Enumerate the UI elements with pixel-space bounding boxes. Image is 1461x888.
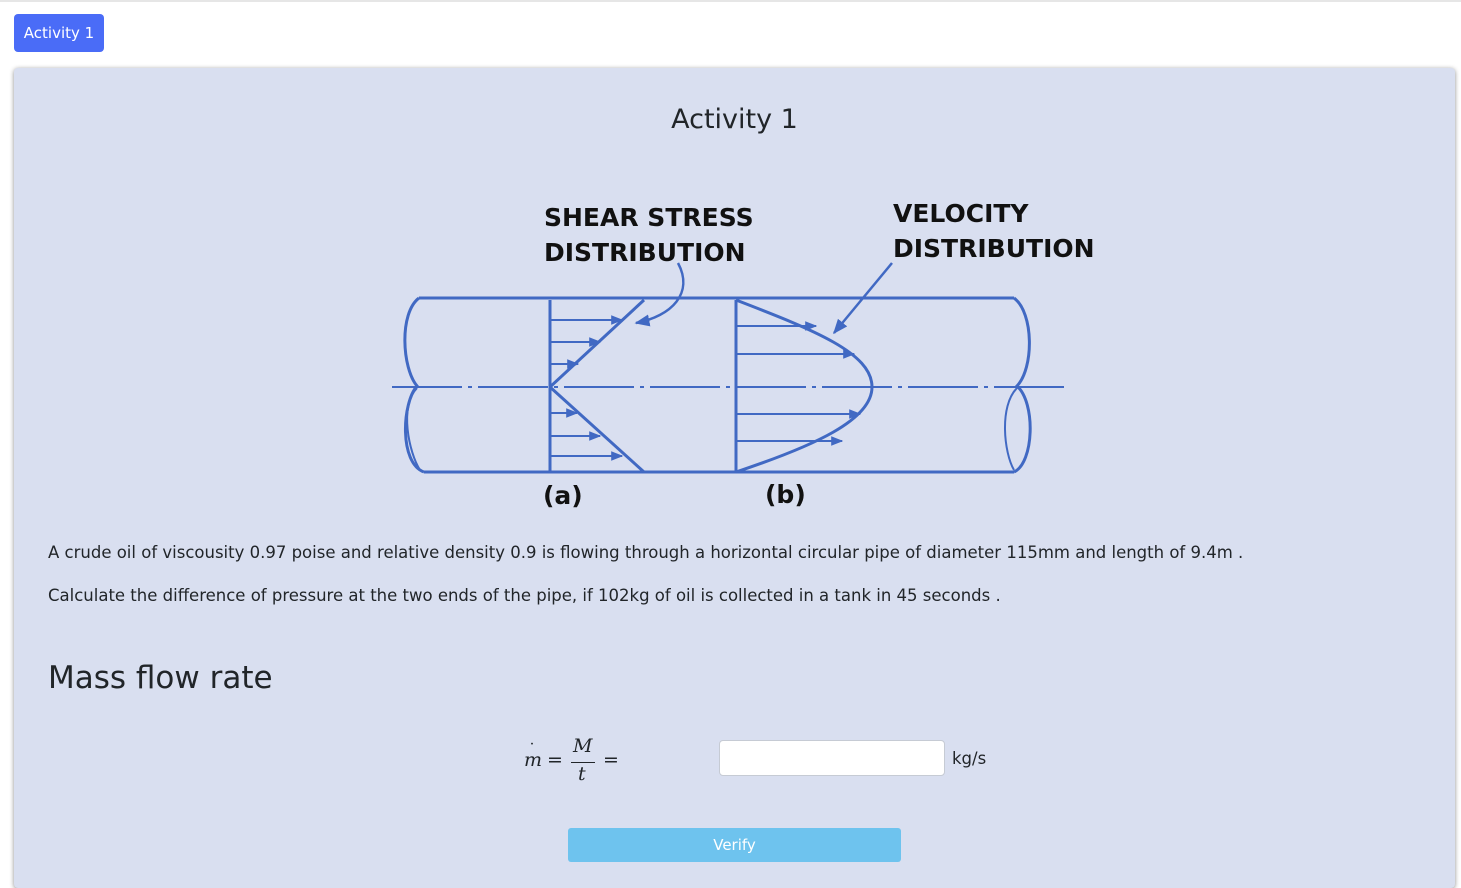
figure-label-b: (b)	[765, 480, 806, 509]
verify-button[interactable]: Verify	[568, 828, 901, 862]
figure-label-a: (a)	[543, 481, 583, 510]
shear-label-1: SHEAR STRESS	[544, 203, 754, 232]
shear-label-2: DISTRIBUTION	[544, 238, 746, 267]
velocity-label-1: VELOCITY	[893, 199, 1029, 228]
pipe-left-break	[403, 296, 425, 474]
mass-flow-formula: ˙ m = M t =	[521, 732, 631, 792]
activity-card: Activity 1 SHEAR STRESS DISTRIBUTION VEL…	[14, 68, 1455, 888]
section-heading: Mass flow rate	[48, 660, 273, 696]
formula-dot: ˙	[528, 740, 536, 759]
top-divider	[0, 0, 1461, 2]
velocity-label-2: DISTRIBUTION	[893, 234, 1095, 263]
formula-denominator: t	[578, 763, 586, 785]
shear-pointer-arrow	[634, 262, 685, 327]
activity-tab-button[interactable]: Activity 1	[14, 14, 104, 52]
formula-equals-2: =	[603, 749, 619, 771]
formula-equals-1: =	[547, 749, 563, 771]
pipe-flow-diagram: SHEAR STRESS DISTRIBUTION VELOCITY DISTR…	[392, 199, 1095, 510]
problem-statement-2: Calculate the difference of pressure at …	[48, 586, 1001, 605]
formula-numerator: M	[573, 735, 593, 757]
formula-lhs: ˙ m	[524, 740, 543, 771]
answer-unit: kg/s	[952, 749, 987, 768]
shear-upper-triangle	[548, 298, 646, 389]
pipe-right-break	[1012, 296, 1032, 474]
problem-statement-1: A crude oil of viscousity 0.97 poise and…	[48, 543, 1244, 562]
mass-flow-answer-input[interactable]	[719, 740, 945, 776]
shear-lower-triangle	[548, 385, 646, 474]
